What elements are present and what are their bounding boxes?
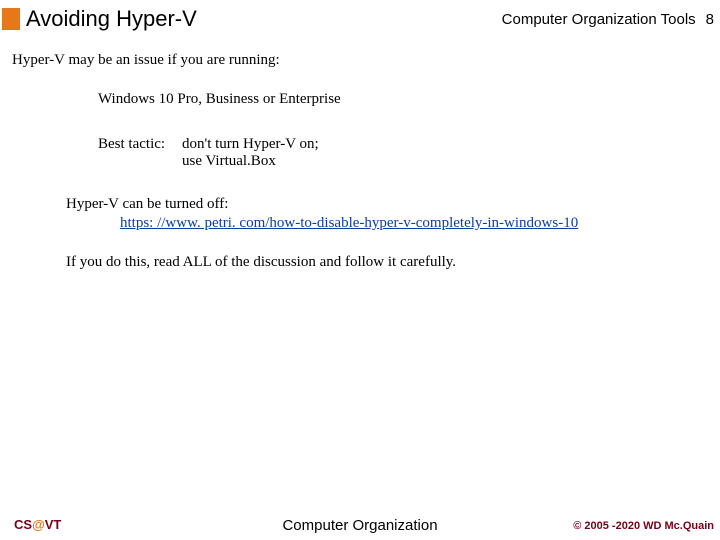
footer-right: © 2005 -2020 WD Mc.Quain [573,520,714,532]
footer: CS@VT Computer Organization © 2005 -2020… [0,517,720,532]
tactic-line-1: don't turn Hyper-V on; [182,136,319,153]
slide-title: Avoiding Hyper-V [26,6,197,32]
page-number: 8 [706,11,714,28]
turn-off-block: Hyper-V can be turned off: https: //www.… [66,196,708,232]
slide-body: Hyper-V may be an issue if you are runni… [0,32,720,271]
header-right: Computer Organization Tools 8 [502,11,720,28]
footer-center: Computer Organization [282,517,437,534]
tactic-line-2: use Virtual.Box [182,153,276,170]
careful-line: If you do this, read ALL of the discussi… [66,254,708,271]
turn-off-line: Hyper-V can be turned off: [66,196,708,213]
footer-left: CS@VT [14,517,61,532]
footer-left-prefix: CS [14,517,32,532]
intro-line: Hyper-V may be an issue if you are runni… [12,52,708,69]
course-name: Computer Organization Tools [502,11,696,28]
windows-line: Windows 10 Pro, Business or Enterprise [98,91,708,108]
footer-at: @ [32,517,45,532]
tactic-block: Best tactic: don't turn Hyper-V on; use … [98,136,708,170]
footer-left-suffix: VT [45,517,62,532]
tactic-label: Best tactic: [98,136,182,153]
disable-hyperv-link[interactable]: https: //www. petri. com/how-to-disable-… [120,215,578,232]
accent-box [2,8,20,30]
